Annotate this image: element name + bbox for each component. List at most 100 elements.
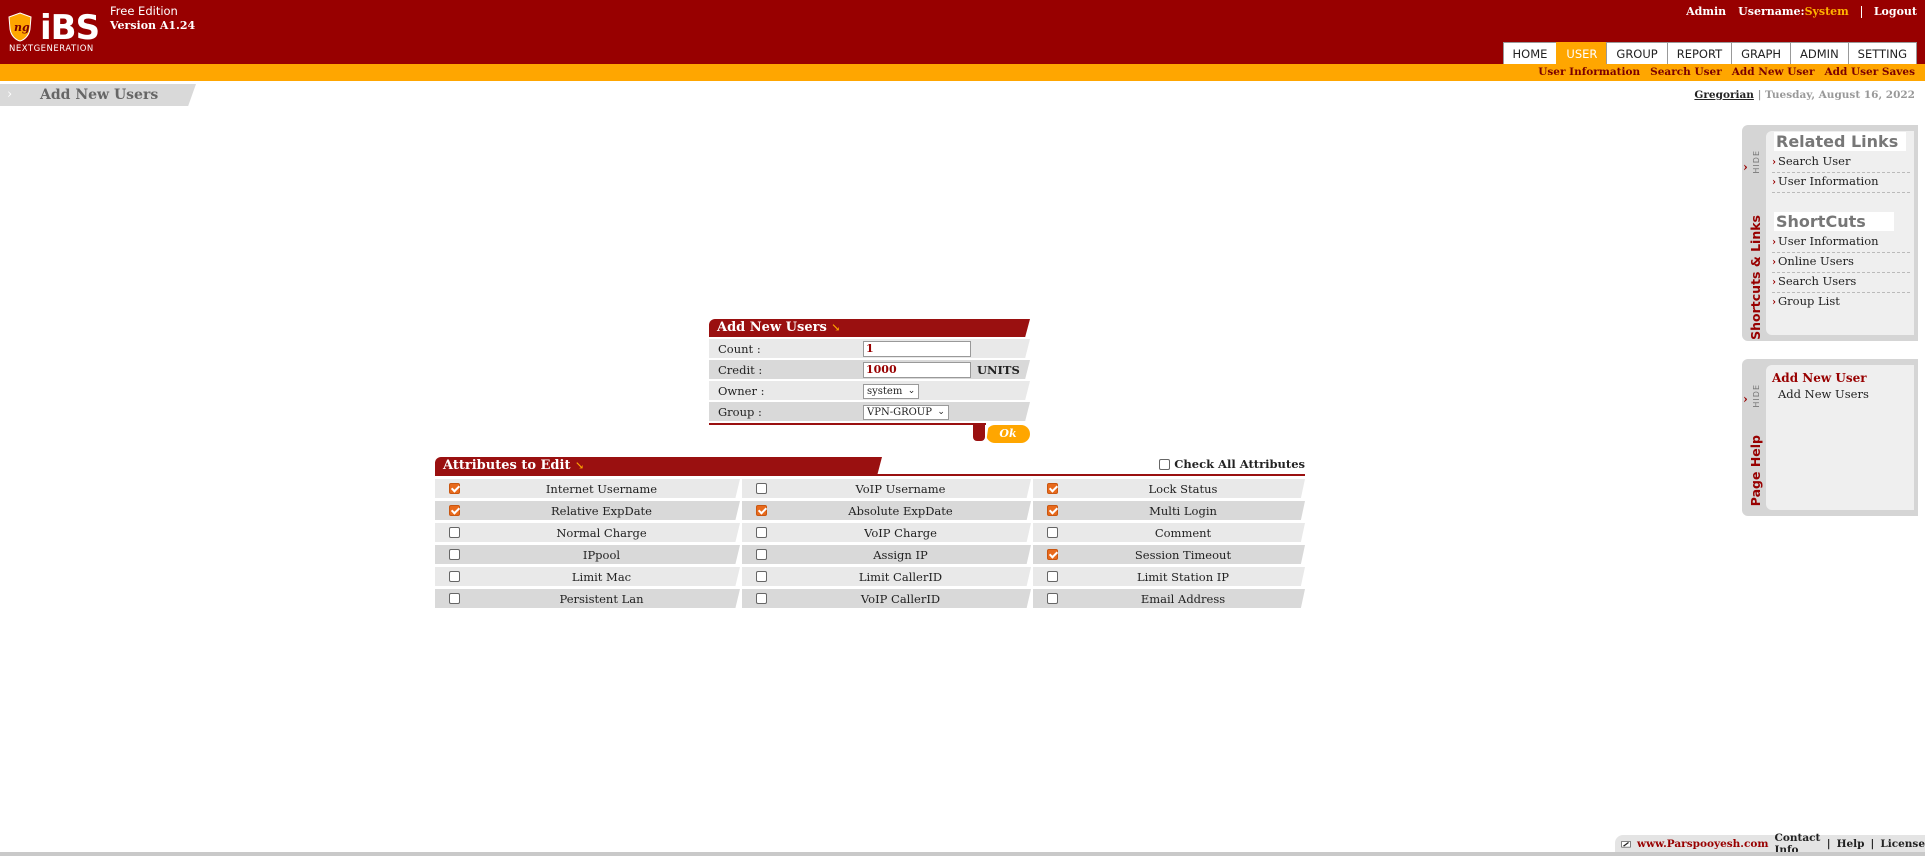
- form-title: Add New Users: [717, 320, 827, 335]
- tab-home[interactable]: HOME: [1502, 42, 1558, 65]
- attribute-label: VoIP Username: [855, 482, 946, 496]
- attribute-cell: Absolute ExpDate: [742, 501, 1031, 520]
- window-bottom-border: [0, 852, 1925, 856]
- chevron-right-icon: ›: [1772, 177, 1776, 188]
- page-help-panel: › HIDE Page Help Add New User Add New Us…: [1742, 359, 1918, 516]
- attribute-checkbox[interactable]: [1047, 483, 1058, 494]
- subnav-user-information[interactable]: User Information: [1538, 66, 1640, 78]
- attribute-label: Internet Username: [545, 482, 658, 496]
- attribute-label: Comment: [1154, 526, 1212, 540]
- shortcut-online-users[interactable]: › Online Users: [1772, 253, 1910, 273]
- attribute-label: VoIP Charge: [864, 526, 937, 540]
- attribute-cell: VoIP Username: [742, 479, 1031, 498]
- attribute-label: Absolute ExpDate: [848, 504, 953, 518]
- attribute-checkbox[interactable]: [449, 593, 460, 604]
- attribute-checkbox[interactable]: [756, 593, 767, 604]
- attribute-label: Session Timeout: [1134, 548, 1232, 562]
- attribute-cell: Internet Username: [435, 479, 740, 498]
- attribute-label: Limit Station IP: [1136, 570, 1230, 584]
- shortcut-group-list[interactable]: › Group List: [1772, 293, 1910, 312]
- credit-input[interactable]: 1000: [863, 362, 971, 378]
- attribute-label: Normal Charge: [556, 526, 647, 540]
- page-title-bar: › Add New Users: [0, 84, 200, 106]
- related-link-search-user[interactable]: › Search User: [1772, 153, 1910, 173]
- admin-link[interactable]: Admin: [1686, 5, 1726, 18]
- check-all-attributes[interactable]: Check All Attributes: [1159, 457, 1305, 471]
- page-title: Add New Users: [40, 87, 159, 103]
- help-vertical-title: Page Help: [1748, 435, 1763, 507]
- edition-label: Free Edition: [110, 4, 178, 18]
- tab-group[interactable]: GROUP: [1606, 42, 1668, 65]
- attribute-checkbox[interactable]: [449, 571, 460, 582]
- tab-graph[interactable]: GRAPH: [1731, 42, 1792, 65]
- group-select[interactable]: VPN-GROUP ⌄: [863, 405, 949, 420]
- attribute-checkbox[interactable]: [449, 527, 460, 538]
- shortcuts-links-panel: › HIDE Shortcuts & Links Related Links ›…: [1742, 125, 1918, 341]
- footer: www.Parspooyesh.com Contact Info | Help | …: [1615, 832, 1925, 856]
- sub-nav: User Information Search User Add New Use…: [0, 64, 1925, 81]
- attribute-label: Lock Status: [1148, 482, 1218, 496]
- account-bar: Admin Username:System Logout: [1686, 5, 1917, 18]
- subnav-add-new-user[interactable]: Add New User: [1732, 66, 1815, 78]
- attribute-cell: Relative ExpDate: [435, 501, 740, 520]
- site-link[interactable]: www.Parspooyesh.com: [1637, 838, 1768, 850]
- chevron-right-icon: ›: [1772, 237, 1776, 248]
- calendar-type-link[interactable]: Gregorian: [1694, 89, 1753, 101]
- attribute-checkbox[interactable]: [1047, 505, 1058, 516]
- subnav-search-user[interactable]: Search User: [1650, 66, 1722, 78]
- shortcut-user-information[interactable]: › User Information: [1772, 233, 1910, 253]
- attribute-cell: VoIP CallerID: [742, 589, 1031, 608]
- tab-setting[interactable]: SETTING: [1847, 42, 1917, 65]
- username-value: System: [1804, 5, 1849, 18]
- owner-select[interactable]: system ⌄: [863, 384, 920, 399]
- logout-link[interactable]: Logout: [1874, 5, 1917, 18]
- shield-logo-icon: ng: [8, 12, 32, 42]
- attribute-label: Relative ExpDate: [550, 504, 652, 518]
- ibs-logo: ng iBS NEXTGENERATION: [6, 8, 100, 54]
- username-display: Username:System: [1738, 5, 1849, 18]
- chevron-right-icon: ›: [1772, 257, 1776, 268]
- count-input[interactable]: 1: [863, 341, 971, 357]
- check-all-checkbox[interactable]: [1159, 458, 1171, 470]
- attribute-checkbox[interactable]: [449, 505, 460, 516]
- attribute-cell: Lock Status: [1033, 479, 1305, 498]
- shortcut-search-users[interactable]: › Search Users: [1772, 273, 1910, 293]
- attribute-checkbox[interactable]: [1047, 571, 1058, 582]
- attribute-cell: IPpool: [435, 545, 740, 564]
- logo-text: iBS: [40, 8, 100, 48]
- attribute-checkbox[interactable]: [1047, 593, 1058, 604]
- tab-report[interactable]: REPORT: [1666, 42, 1733, 65]
- hide-help-button[interactable]: HIDE: [1752, 384, 1761, 408]
- ok-button[interactable]: Ok: [986, 425, 1030, 443]
- svg-text:ng: ng: [14, 21, 30, 34]
- attribute-label: Persistent Lan: [559, 592, 644, 606]
- subnav-add-user-saves[interactable]: Add User Saves: [1824, 66, 1915, 78]
- attribute-checkbox[interactable]: [756, 549, 767, 560]
- count-label: Count :: [718, 342, 761, 356]
- license-link[interactable]: License: [1880, 838, 1925, 850]
- hide-related-button[interactable]: HIDE: [1752, 150, 1761, 174]
- attribute-checkbox[interactable]: [1047, 549, 1058, 560]
- attribute-checkbox[interactable]: [1047, 527, 1058, 538]
- attribute-cell: Multi Login: [1033, 501, 1305, 520]
- attribute-checkbox[interactable]: [449, 549, 460, 560]
- attribute-label: Assign IP: [873, 548, 928, 562]
- attribute-checkbox[interactable]: [756, 571, 767, 582]
- attribute-checkbox[interactable]: [756, 483, 767, 494]
- attribute-label: IPpool: [582, 548, 621, 562]
- attribute-checkbox[interactable]: [756, 505, 767, 516]
- divider: [1860, 5, 1862, 18]
- related-link-user-information[interactable]: › User Information: [1772, 173, 1910, 193]
- tab-admin[interactable]: ADMIN: [1790, 42, 1849, 65]
- help-title: Add New User: [1772, 371, 1867, 385]
- collapse-chevron-icon[interactable]: ›: [1743, 392, 1748, 406]
- attribute-checkbox[interactable]: [449, 483, 460, 494]
- tab-user[interactable]: USER: [1556, 42, 1608, 65]
- attribute-cell: Limit CallerID: [742, 567, 1031, 586]
- attribute-cell: Normal Charge: [435, 523, 740, 542]
- logo-tagline: NEXTGENERATION: [9, 44, 94, 54]
- credit-label: Credit :: [718, 363, 763, 377]
- collapse-chevron-icon[interactable]: ›: [1743, 160, 1748, 174]
- help-link[interactable]: Help: [1837, 838, 1865, 850]
- attribute-checkbox[interactable]: [756, 527, 767, 538]
